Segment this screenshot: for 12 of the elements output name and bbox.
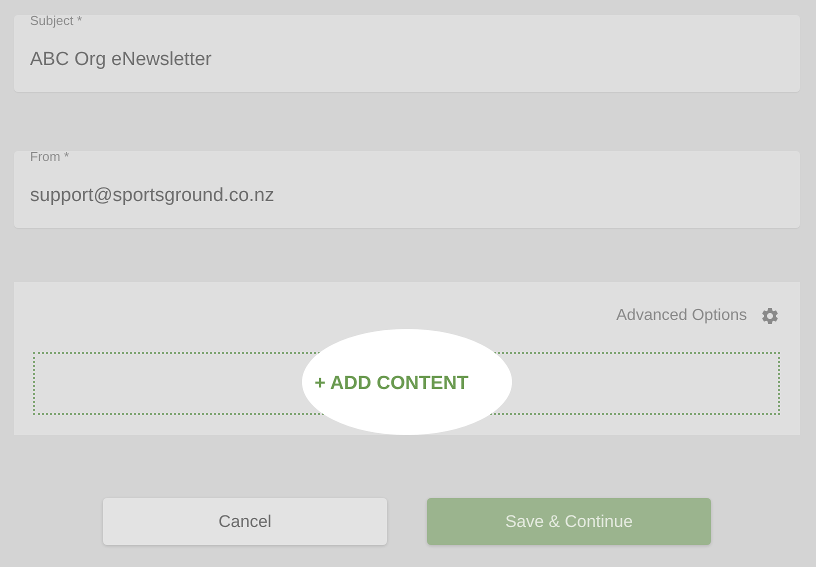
settings-icon[interactable]: [760, 306, 780, 326]
field-value: support@sportsground.co.nz: [30, 185, 274, 207]
field-value: ABC Org eNewsletter: [30, 49, 212, 71]
add-content-button[interactable]: + ADD CONTENT: [314, 372, 468, 394]
cancel-button[interactable]: Cancel: [103, 498, 387, 545]
text-field[interactable]: From * support@sportsground.co.nz: [14, 151, 800, 228]
advanced-options-link[interactable]: Advanced Options: [616, 307, 747, 325]
field-label: From *: [30, 149, 69, 164]
field-label: Subject *: [30, 13, 82, 28]
text-field[interactable]: Subject * ABC Org eNewsletter: [14, 15, 800, 92]
add-content-area[interactable]: + ADD CONTENT: [33, 352, 780, 415]
save-button[interactable]: Save & Continue: [427, 498, 711, 545]
